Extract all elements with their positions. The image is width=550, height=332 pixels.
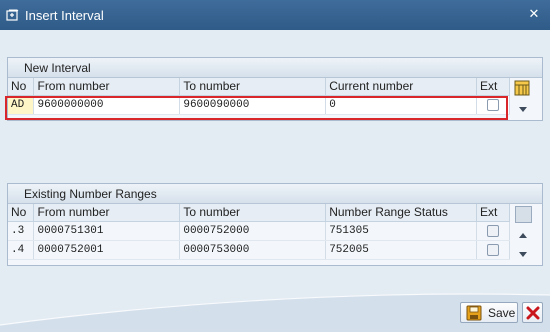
ext-checkbox[interactable] (487, 224, 499, 237)
current-number-field[interactable]: 0 (325, 95, 477, 115)
scroll-up-icon (519, 233, 527, 238)
scroll-down-icon (519, 252, 527, 257)
save-label: Save (488, 306, 516, 320)
scroll-down-button[interactable] (516, 247, 530, 261)
scrollbar-thumb[interactable] (515, 206, 532, 223)
status-cell: 752005 (325, 240, 477, 260)
cancel-icon (526, 306, 540, 320)
ext-cell (476, 240, 510, 260)
save-button[interactable]: Save (460, 302, 518, 323)
col-current-number: Current number (325, 78, 477, 96)
from-number-cell: 0000751301 (33, 221, 181, 241)
col-ext: Ext (476, 204, 510, 222)
new-interval-table: No From number To number Current number … (8, 78, 510, 115)
col-from-number: From number (33, 78, 181, 96)
existing-ranges-title: Existing Number Ranges (8, 184, 542, 204)
cancel-button[interactable] (522, 302, 543, 323)
col-to-number: To number (179, 204, 327, 222)
status-cell: 751305 (325, 221, 477, 241)
column-config-icon (514, 80, 530, 96)
col-no: No (8, 204, 35, 222)
no-field[interactable]: AD (8, 95, 35, 115)
col-no: No (8, 78, 35, 96)
table-row[interactable]: .3 0000751301 0000752000 751305 (8, 221, 510, 241)
from-number-field[interactable]: 9600000000 (33, 95, 181, 115)
table-header-row: No From number To number Current number … (8, 78, 510, 96)
scroll-up-button[interactable] (516, 229, 530, 243)
ext-cell (476, 95, 510, 115)
new-interval-section: New Interval No From number To number Cu… (7, 57, 543, 121)
ext-cell (476, 221, 510, 241)
table-header-row: No From number To number Number Range St… (8, 204, 510, 222)
ext-checkbox[interactable] (487, 98, 499, 111)
col-from-number: From number (33, 204, 181, 222)
window-title: Insert Interval (25, 8, 104, 23)
existing-ranges-table: No From number To number Number Range St… (8, 204, 510, 260)
existing-ranges-section: Existing Number Ranges No From number To… (7, 183, 543, 266)
col-to-number: To number (179, 78, 327, 96)
new-interval-title: New Interval (8, 58, 542, 78)
from-number-cell: 0000752001 (33, 240, 181, 260)
no-cell: .4 (8, 240, 35, 260)
table-row[interactable]: .4 0000752001 0000753000 752005 (8, 240, 510, 260)
insert-window-icon (6, 9, 19, 21)
close-button[interactable]: ✕ (526, 6, 542, 22)
close-icon: ✕ (528, 6, 540, 21)
to-number-cell: 0000752000 (179, 221, 327, 241)
ext-checkbox[interactable] (487, 243, 499, 256)
scroll-down-icon (519, 107, 527, 112)
save-icon (466, 305, 482, 321)
col-number-range-status: Number Range Status (325, 204, 477, 222)
column-config-button[interactable] (514, 80, 532, 96)
table-row: AD 9600000000 9600090000 0 (8, 95, 510, 115)
title-bar: Insert Interval ✕ (0, 0, 550, 30)
to-number-cell: 0000753000 (179, 240, 327, 260)
col-ext: Ext (476, 78, 510, 96)
no-cell: .3 (8, 221, 35, 241)
to-number-field[interactable]: 9600090000 (179, 95, 327, 115)
scroll-down-button[interactable] (516, 102, 530, 116)
